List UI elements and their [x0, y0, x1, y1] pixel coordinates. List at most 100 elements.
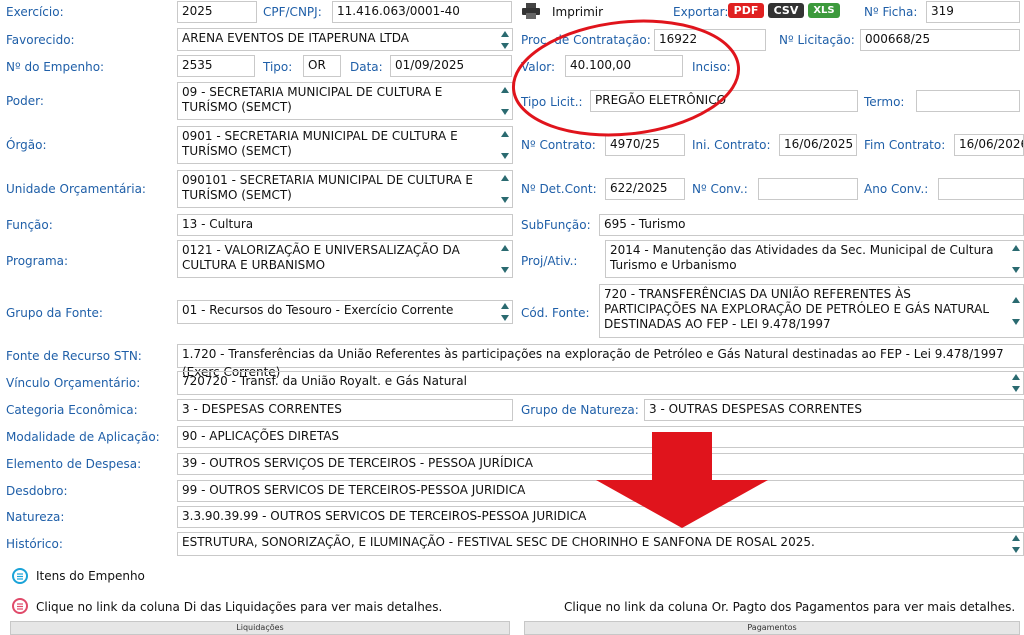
liquidacoes-panel-header: Liquidações: [10, 621, 510, 635]
spinner-icon[interactable]: [500, 245, 510, 273]
subfuncao-label: SubFunção:: [521, 218, 591, 232]
fonte-stn-value: 1.720 - Transferências da União Referent…: [182, 347, 1004, 361]
exercicio-field[interactable]: 2025: [177, 1, 257, 23]
vinculo-value: 720720 - Transf. da União Royalt. e Gás …: [182, 374, 467, 388]
det-cont-label: Nº Det.Cont:: [521, 182, 597, 196]
orgao-label: Órgão:: [6, 138, 47, 152]
liquidacoes-hint: Clique no link da coluna Di das Liquidaç…: [36, 600, 443, 614]
grupo-fonte-select[interactable]: 01 - Recursos do Tesouro - Exercício Cor…: [177, 300, 513, 324]
termo-label: Termo:: [864, 95, 905, 109]
csv-export-button[interactable]: CSV: [768, 3, 804, 18]
tipo-label: Tipo:: [263, 60, 293, 74]
programa-label: Programa:: [6, 254, 69, 268]
imprimir-link[interactable]: Imprimir: [552, 5, 603, 19]
spinner-icon[interactable]: [500, 131, 510, 159]
inciso-field[interactable]: [740, 55, 1020, 77]
cpf-label: CPF/CNPJ:: [263, 5, 322, 19]
empenho-label: Nº do Empenho:: [6, 60, 105, 74]
list-icon: [12, 568, 28, 584]
ini-contrato-field[interactable]: 16/06/2025: [779, 134, 857, 156]
ficha-field[interactable]: 319: [926, 1, 1020, 23]
grupo-natureza-label: Grupo de Natureza:: [521, 403, 639, 417]
orgao-select[interactable]: 0901 - SECRETARIA MUNICIPAL DE CULTURA E…: [177, 126, 513, 164]
historico-select[interactable]: ESTRUTURA, SONORIZAÇÃO, E ILUMINAÇÃO - F…: [177, 532, 1024, 556]
ficha-label: Nº Ficha:: [864, 5, 918, 19]
spinner-icon[interactable]: [1011, 297, 1021, 325]
poder-value: 09 - SECRETARIA MUNICIPAL DE CULTURA E T…: [182, 85, 443, 114]
inciso-label: Inciso:: [692, 60, 731, 74]
modalidade-field[interactable]: 90 - APLICAÇÕES DIRETAS: [177, 426, 1024, 448]
printer-icon[interactable]: [522, 3, 540, 19]
programa-value: 0121 - VALORIZAÇÃO E UNIVERSALIZAÇÃO DA …: [182, 243, 460, 272]
spinner-icon[interactable]: [1011, 245, 1021, 273]
itens-empenho-link[interactable]: Itens do Empenho: [36, 569, 145, 583]
conv-field[interactable]: [758, 178, 858, 200]
grupo-natureza-field[interactable]: 3 - OUTRAS DESPESAS CORRENTES: [644, 399, 1024, 421]
cpf-field[interactable]: 11.416.063/0001-40: [332, 1, 512, 23]
proc-contratacao-label: Proc. de Contratação:: [521, 33, 651, 47]
fonte-stn-label: Fonte de Recurso STN:: [6, 349, 142, 363]
exercicio-label: Exercício:: [6, 5, 64, 19]
programa-select[interactable]: 0121 - VALORIZAÇÃO E UNIVERSALIZAÇÃO DA …: [177, 240, 513, 278]
empenho-field[interactable]: 2535: [177, 55, 255, 77]
unidade-value: 090101 - SECRETARIA MUNICIPAL DE CULTURA…: [182, 173, 473, 202]
poder-select[interactable]: 09 - SECRETARIA MUNICIPAL DE CULTURA E T…: [177, 82, 513, 120]
subfuncao-field[interactable]: 695 - Turismo: [599, 214, 1024, 236]
grupo-fonte-value: 01 - Recursos do Tesouro - Exercício Cor…: [182, 303, 454, 317]
ano-conv-label: Ano Conv.:: [864, 182, 929, 196]
unidade-select[interactable]: 090101 - SECRETARIA MUNICIPAL DE CULTURA…: [177, 170, 513, 208]
vinculo-select[interactable]: 720720 - Transf. da União Royalt. e Gás …: [177, 371, 1024, 395]
categoria-field[interactable]: 3 - DESPESAS CORRENTES: [177, 399, 513, 421]
proc-contratacao-field[interactable]: 16922: [654, 29, 766, 51]
favorecido-label: Favorecido:: [6, 33, 75, 47]
fim-contrato-field[interactable]: 16/06/2026: [954, 134, 1024, 156]
funcao-field[interactable]: 13 - Cultura: [177, 214, 513, 236]
licitacao-field[interactable]: 000668/25: [860, 29, 1020, 51]
pagamentos-hint: Clique no link da coluna Or. Pagto dos P…: [564, 600, 1016, 614]
valor-label: Valor:: [521, 60, 556, 74]
spinner-icon[interactable]: [500, 175, 510, 203]
termo-field[interactable]: [916, 90, 1020, 112]
elemento-field[interactable]: 39 - OUTROS SERVIÇOS DE TERCEIROS - PESS…: [177, 453, 1024, 475]
conv-label: Nº Conv.:: [692, 182, 748, 196]
xls-export-button[interactable]: XLS: [808, 3, 840, 18]
spinner-icon[interactable]: [500, 30, 510, 49]
pdf-export-button[interactable]: PDF: [728, 3, 764, 18]
cod-fonte-label: Cód. Fonte:: [521, 306, 590, 320]
spinner-icon[interactable]: [1011, 535, 1021, 553]
proj-ativ-label: Proj/Ativ.:: [521, 254, 578, 268]
spinner-icon[interactable]: [500, 87, 510, 115]
exportar-label: Exportar:: [673, 5, 729, 19]
data-field[interactable]: 01/09/2025: [390, 55, 512, 77]
spinner-icon[interactable]: [500, 303, 510, 321]
ano-conv-field[interactable]: [938, 178, 1024, 200]
tipo-licit-label: Tipo Licit.:: [521, 95, 583, 109]
grupo-fonte-label: Grupo da Fonte:: [6, 306, 103, 320]
natureza-field[interactable]: 3.3.90.39.99 - OUTROS SERVICOS DE TERCEI…: [177, 506, 1024, 528]
orgao-value: 0901 - SECRETARIA MUNICIPAL DE CULTURA E…: [182, 129, 458, 158]
fim-contrato-label: Fim Contrato:: [864, 138, 946, 152]
licitacao-label: Nº Licitação:: [779, 33, 855, 47]
categoria-label: Categoria Econômica:: [6, 403, 138, 417]
spinner-icon[interactable]: [1011, 374, 1021, 392]
ini-contrato-label: Ini. Contrato:: [692, 138, 771, 152]
desdobro-field[interactable]: 99 - OUTROS SERVICOS DE TERCEIROS-PESSOA…: [177, 480, 1024, 502]
proj-ativ-select[interactable]: 2014 - Manutenção das Atividades da Sec.…: [605, 240, 1024, 278]
data-label: Data:: [350, 60, 383, 74]
vinculo-label: Vínculo Orçamentário:: [6, 376, 141, 390]
fonte-stn-field[interactable]: 1.720 - Transferências da União Referent…: [177, 344, 1024, 379]
modalidade-label: Modalidade de Aplicação:: [6, 430, 160, 444]
contrato-field[interactable]: 4970/25: [605, 134, 685, 156]
favorecido-select[interactable]: ARENA EVENTOS DE ITAPERUNA LTDA: [177, 28, 513, 51]
tipo-licit-field[interactable]: PREGÃO ELETRÔNICO: [590, 90, 858, 112]
list-icon: [12, 598, 28, 614]
unidade-label: Unidade Orçamentária:: [6, 182, 146, 196]
poder-label: Poder:: [6, 94, 44, 108]
historico-value: ESTRUTURA, SONORIZAÇÃO, E ILUMINAÇÃO - F…: [182, 535, 815, 549]
favorecido-value: ARENA EVENTOS DE ITAPERUNA LTDA: [182, 31, 410, 45]
cod-fonte-select[interactable]: 720 - TRANSFERÊNCIAS DA UNIÃO REFERENTES…: [599, 284, 1024, 338]
tipo-field[interactable]: OR: [303, 55, 341, 77]
det-cont-field[interactable]: 622/2025: [605, 178, 685, 200]
proj-ativ-value: 2014 - Manutenção das Atividades da Sec.…: [610, 243, 994, 272]
valor-field[interactable]: 40.100,00: [565, 55, 683, 77]
